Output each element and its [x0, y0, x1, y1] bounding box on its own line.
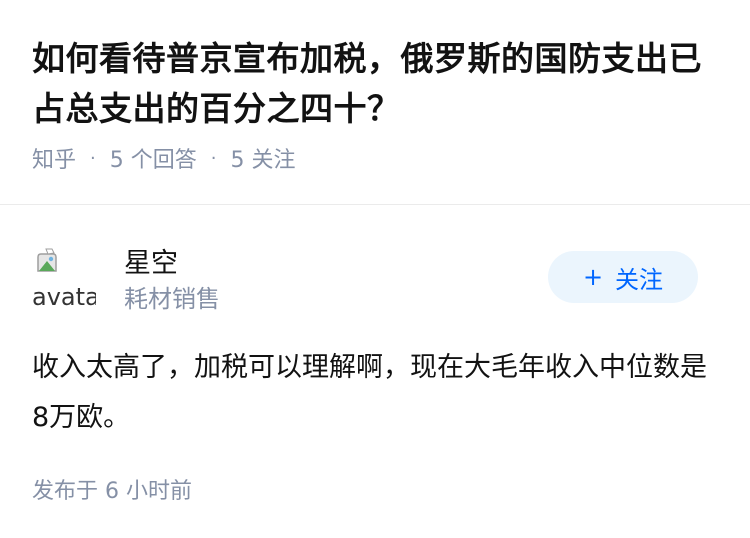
follow-label: 关注 [615, 265, 664, 294]
answers-count[interactable]: 5 个回答 [110, 142, 197, 174]
source-label[interactable]: 知乎 [32, 142, 76, 174]
broken-image-icon [37, 248, 57, 272]
avatar[interactable]: avatar [32, 245, 96, 309]
answer-published-time: 发布于 6 小时前 [32, 479, 192, 504]
follow-button[interactable]: + 关注 [548, 251, 698, 303]
author-headline: 耗材销售 [124, 285, 220, 313]
question-header: 如何看待普京宣布加税，俄罗斯的国防支出已占总支出的百分之四十？ 知乎 · 5 个… [0, 0, 750, 174]
plus-icon: + [582, 263, 604, 291]
separator-dot: · [90, 147, 96, 169]
separator-dot: · [210, 147, 217, 169]
author-card: avatar 星空 耗材销售 + 关注 [32, 241, 718, 321]
avatar-alt-text: avatar [32, 283, 96, 309]
question-title[interactable]: 如何看待普京宣布加税，俄罗斯的国防支出已占总支出的百分之四十？ [32, 34, 718, 134]
followers-count: 5 关注 [230, 148, 296, 173]
question-meta: 知乎 · 5 个回答 · 5 关注 [32, 142, 718, 174]
author-name[interactable]: 星空 [124, 241, 178, 280]
divider [0, 204, 750, 205]
answer-content[interactable]: 收入太高了，加税可以理解啊，现在大毛年收入中位数是8万欧。 [32, 343, 712, 443]
